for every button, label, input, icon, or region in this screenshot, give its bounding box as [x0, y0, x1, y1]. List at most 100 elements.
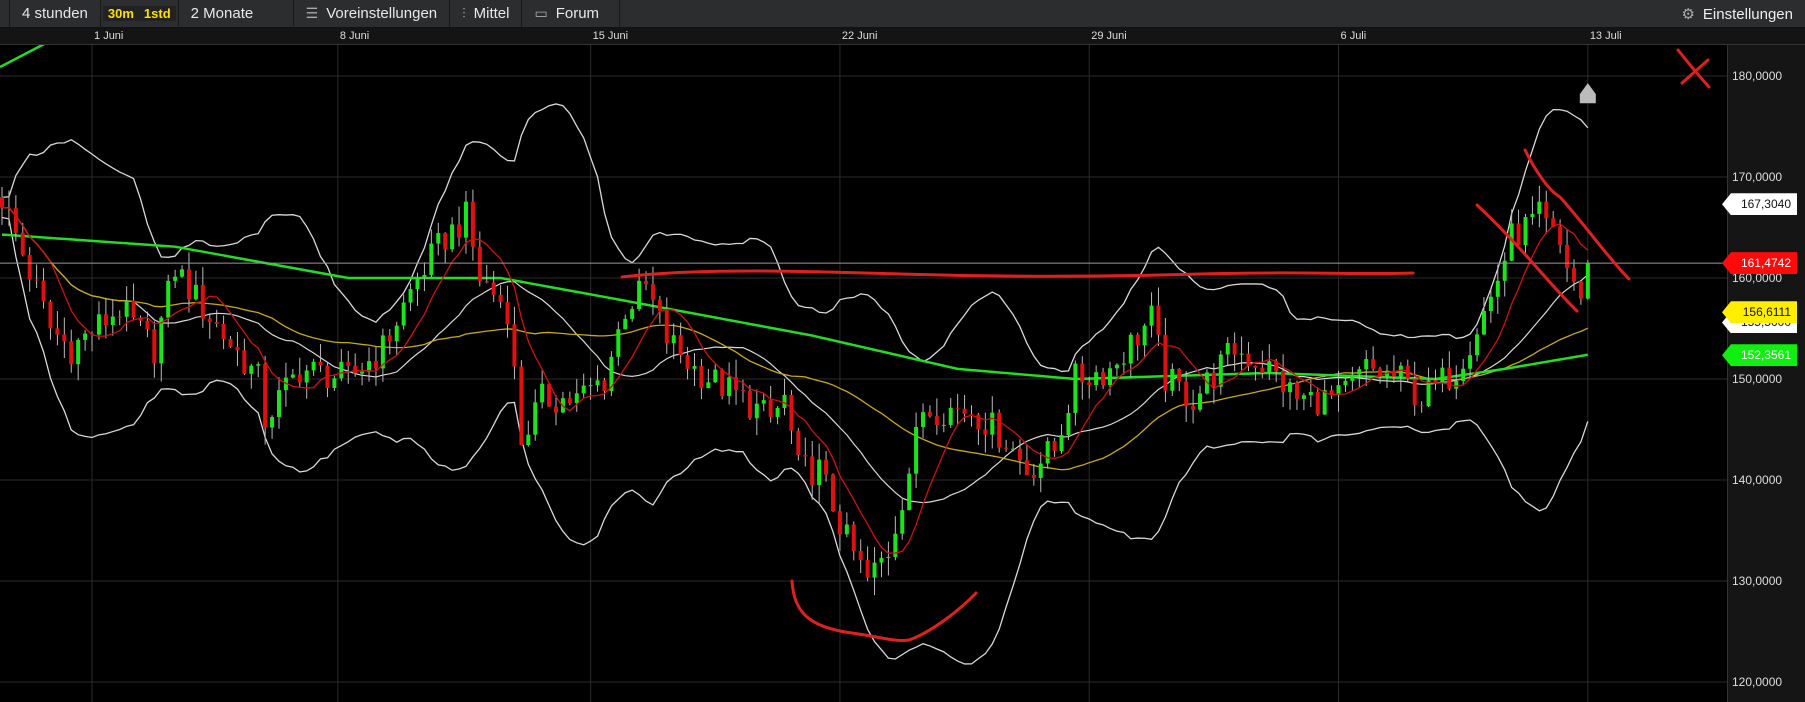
- candle-body: [706, 382, 711, 389]
- settings-button[interactable]: ⚙ Einstellungen: [1681, 0, 1793, 28]
- chart-type-label: Mittel: [473, 5, 510, 22]
- candle-body: [311, 361, 316, 371]
- candle-body: [96, 314, 101, 335]
- candle-body: [581, 385, 586, 394]
- candle-body: [1225, 343, 1230, 355]
- candle-body: [117, 316, 122, 318]
- price-tag: 152,3561: [1722, 344, 1797, 367]
- candle-body: [457, 224, 462, 238]
- candle-body: [678, 335, 683, 356]
- candle-body: [173, 276, 178, 281]
- candle-body: [644, 280, 649, 285]
- candle-body: [602, 380, 607, 391]
- date-tick-label: 8 Juni: [339, 30, 370, 42]
- candle-body: [713, 369, 718, 383]
- candle-body: [664, 310, 669, 344]
- interval-1std-button[interactable]: 1std: [138, 6, 176, 21]
- candle-body: [900, 510, 905, 534]
- candle-body: [554, 406, 558, 413]
- candle-body: [879, 557, 884, 563]
- candle-body: [1454, 380, 1459, 389]
- candle-body: [1433, 380, 1438, 383]
- candle-body: [1288, 382, 1293, 393]
- candle-body: [1322, 390, 1327, 415]
- candle-body: [145, 320, 150, 330]
- speech-bubble-icon: ▭: [534, 5, 548, 21]
- candle-body: [650, 284, 655, 300]
- candle-body: [540, 383, 545, 403]
- period-label: 4 stunden: [22, 5, 88, 22]
- candle-body: [1177, 368, 1182, 382]
- candle-body: [1301, 395, 1306, 399]
- candle-body: [1495, 280, 1500, 297]
- candle-body: [373, 361, 378, 369]
- forum-button[interactable]: ▭ Forum: [522, 0, 621, 28]
- candle-body: [1502, 260, 1507, 281]
- candle-body: [1371, 359, 1376, 369]
- y-tick-label: 180,0000: [1732, 69, 1783, 83]
- candle-body: [997, 412, 1002, 448]
- range-button[interactable]: 2 Monate: [179, 0, 294, 28]
- candle-body: [1440, 367, 1445, 383]
- candle-body: [339, 361, 344, 379]
- candle-body: [1426, 380, 1431, 407]
- candle-body: [1170, 368, 1175, 391]
- candle-body: [408, 289, 413, 303]
- forum-label: Forum: [555, 5, 600, 22]
- candle-body: [955, 407, 960, 409]
- candle-body: [353, 365, 358, 374]
- y-tick-label: 150,0000: [1732, 372, 1783, 386]
- interval-group: 30m 1std: [101, 0, 179, 28]
- candle-body: [13, 208, 18, 233]
- candle-body: [782, 394, 787, 408]
- candle-body: [270, 416, 275, 428]
- candle-body: [498, 294, 503, 302]
- interval-30m-button[interactable]: 30m: [102, 6, 139, 21]
- candle-body: [166, 280, 171, 318]
- candle-body: [1114, 364, 1119, 369]
- candle-body: [491, 282, 496, 295]
- candlestick-chart[interactable]: [0, 45, 1727, 702]
- candle-body: [124, 300, 129, 317]
- chart-type-button[interactable]: ⫶ Mittel: [450, 0, 523, 28]
- date-tick-label: 1 Juni: [94, 30, 124, 42]
- candle-body: [1585, 263, 1590, 299]
- y-tick-label: 130,0000: [1732, 574, 1783, 588]
- candle-body: [671, 335, 676, 344]
- candle-body: [1184, 381, 1189, 407]
- period-button[interactable]: 4 stunden: [9, 0, 101, 28]
- candle-body: [685, 355, 690, 369]
- candle-body: [1475, 334, 1480, 356]
- candle-body: [1488, 296, 1493, 312]
- annotation-trend-line-2: [1523, 148, 1631, 281]
- candle-body: [20, 232, 25, 255]
- candle-body: [221, 323, 226, 340]
- candle-body: [927, 412, 932, 417]
- candle-body: [69, 341, 74, 365]
- candle-body: [228, 339, 233, 347]
- candle-body: [304, 370, 309, 383]
- candle-body: [1523, 217, 1528, 246]
- candle-body: [1530, 213, 1535, 218]
- candle-body: [297, 374, 302, 383]
- candle-body: [1163, 334, 1168, 391]
- candle-body: [768, 400, 773, 417]
- date-tick-label: 6 Juli: [1340, 30, 1367, 42]
- price-tag: 167,3040: [1722, 193, 1797, 216]
- candle-body: [789, 394, 794, 431]
- candle-body: [533, 402, 538, 435]
- range-label: 2 Monate: [190, 5, 254, 22]
- candle-body: [796, 430, 801, 455]
- candle-body: [1565, 244, 1570, 269]
- candle-body: [290, 374, 295, 378]
- candle-body: [1578, 281, 1583, 299]
- candle-body: [1156, 305, 1161, 335]
- annotation-bottom-curve: [790, 579, 978, 642]
- candle-body: [616, 329, 621, 357]
- candle-body: [810, 456, 815, 486]
- candle-body: [1218, 354, 1223, 387]
- candle-body: [429, 243, 434, 275]
- candle-body: [740, 390, 745, 392]
- candle-body: [1398, 365, 1403, 377]
- presets-button[interactable]: ☰ Voreinstellungen: [294, 0, 451, 28]
